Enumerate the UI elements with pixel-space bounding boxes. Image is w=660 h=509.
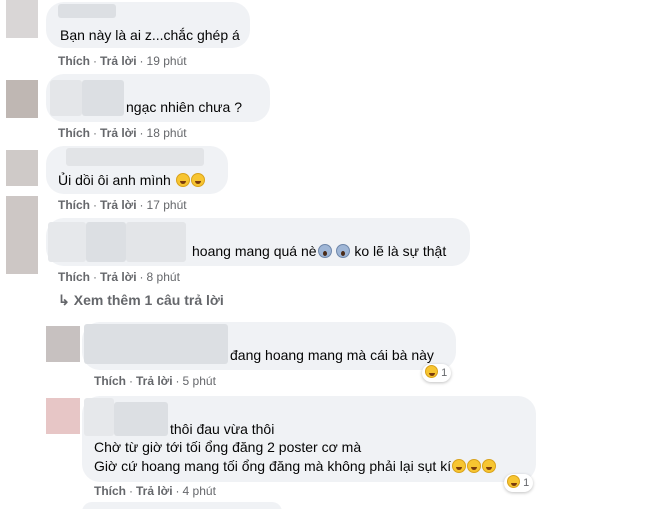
grinning-squinting-face-emoji — [507, 475, 520, 488]
comment-text-content: Ủi dồi ôi anh mình — [58, 172, 171, 188]
blurred-author-name — [66, 148, 204, 166]
blurred-author-name — [84, 398, 114, 436]
view-more-replies-label: Xem thêm 1 câu trả lời — [73, 292, 224, 308]
comment-bubble: Bạn này là ai z...chắc ghép á — [46, 2, 250, 48]
comment-text: hoang mang quá nè ko lẽ là sự thật — [192, 242, 446, 261]
timestamp[interactable]: 8 phút — [147, 270, 180, 284]
comment-actions: Thích · Trả lời · 18 phút — [58, 126, 187, 140]
timestamp[interactable]: 5 phút — [183, 374, 216, 388]
reply-link[interactable]: Trả lời — [100, 198, 137, 212]
like-link[interactable]: Thích — [58, 126, 90, 140]
comment-bubble: hoang mang quá nè ko lẽ là sự thật — [46, 218, 470, 266]
like-link[interactable]: Thích — [58, 198, 90, 212]
comment-text: Bạn này là ai z...chắc ghép á — [60, 27, 240, 43]
reply-arrow-icon: ↳ — [58, 292, 70, 308]
timestamp[interactable]: 17 phút — [147, 198, 187, 212]
comment-text: ngạc nhiên chưa ? — [126, 99, 243, 115]
reply-link[interactable]: Trả lời — [100, 270, 137, 284]
grinning-squinting-face-emoji — [467, 459, 482, 473]
like-link[interactable]: Thích — [94, 374, 126, 388]
reply-link[interactable]: Trả lời — [136, 374, 173, 388]
blurred-author-name — [114, 402, 168, 436]
blurred-author-name — [84, 324, 228, 364]
timestamp[interactable]: 18 phút — [147, 126, 187, 140]
comment-bubble: ngạc nhiên chưa ? — [46, 74, 270, 122]
reply-actions: Thích · Trả lời · 4 phút — [94, 484, 216, 498]
like-link[interactable]: Thích — [58, 54, 90, 68]
comment-actions: Thích · Trả lời · 8 phút — [58, 270, 180, 284]
reply-text: đang hoang mang mà cái bà này — [230, 347, 434, 363]
reply-bubble: đang hoang mang mà cái bà này — [82, 322, 456, 370]
blurred-author-name — [126, 222, 186, 262]
avatar[interactable] — [6, 0, 38, 38]
reply-text-line: thôi đau vừa thôi — [170, 421, 275, 437]
reply-link[interactable]: Trả lời — [136, 484, 173, 498]
blurred-author-name — [50, 80, 82, 116]
reply-link[interactable]: Trả lời — [100, 54, 137, 68]
timestamp[interactable]: 4 phút — [183, 484, 216, 498]
grinning-squinting-face-emoji — [425, 365, 438, 378]
next-reply-bubble — [82, 502, 282, 509]
comment-text-content: hoang mang quá nè — [192, 243, 317, 259]
blurred-author-name — [58, 4, 116, 18]
face-screaming-emoji — [317, 244, 332, 258]
avatar[interactable] — [46, 326, 80, 362]
grinning-squinting-face-emoji — [190, 173, 205, 187]
reaction-count: 1 — [441, 367, 448, 379]
reply-actions: Thích · Trả lời · 5 phút — [94, 374, 216, 388]
reply-link[interactable]: Trả lời — [100, 126, 137, 140]
reply-text-content: Giờ cứ hoang mang tối ổng đăng mà không … — [94, 458, 452, 474]
reaction-badge[interactable]: 1 — [422, 364, 452, 382]
comment-actions: Thích · Trả lời · 19 phút — [58, 54, 187, 68]
blurred-author-name — [86, 222, 126, 262]
reaction-count: 1 — [523, 477, 530, 489]
reaction-badge[interactable]: 1 — [504, 474, 534, 492]
comment-text: Ủi dồi ôi anh mình — [58, 171, 205, 190]
blurred-author-name — [82, 80, 124, 116]
avatar[interactable] — [46, 398, 80, 434]
reply-text-line: Giờ cứ hoang mang tối ổng đăng mà không … — [94, 457, 497, 476]
reply-text-line: Chờ từ giờ tới tối ổng đăng 2 poster cơ … — [94, 439, 362, 455]
grinning-squinting-face-emoji — [452, 459, 467, 473]
comment-bubble: Ủi dồi ôi anh mình — [46, 146, 228, 194]
view-more-replies-link[interactable]: ↳ Xem thêm 1 câu trả lời — [58, 292, 224, 309]
face-screaming-emoji — [336, 244, 351, 258]
like-link[interactable]: Thích — [94, 484, 126, 498]
comment-actions: Thích · Trả lời · 17 phút — [58, 198, 187, 212]
like-link[interactable]: Thích — [58, 270, 90, 284]
grinning-squinting-face-emoji — [175, 173, 190, 187]
reply-bubble: thôi đau vừa thôi Chờ từ giờ tới tối ổng… — [82, 396, 536, 482]
avatar[interactable] — [6, 80, 38, 118]
timestamp[interactable]: 19 phút — [147, 54, 187, 68]
comment-text-content: ko lẽ là sự thật — [354, 243, 447, 259]
grinning-squinting-face-emoji — [482, 459, 497, 473]
blurred-author-name — [48, 222, 86, 262]
avatar[interactable] — [6, 196, 38, 274]
avatar[interactable] — [6, 150, 38, 186]
